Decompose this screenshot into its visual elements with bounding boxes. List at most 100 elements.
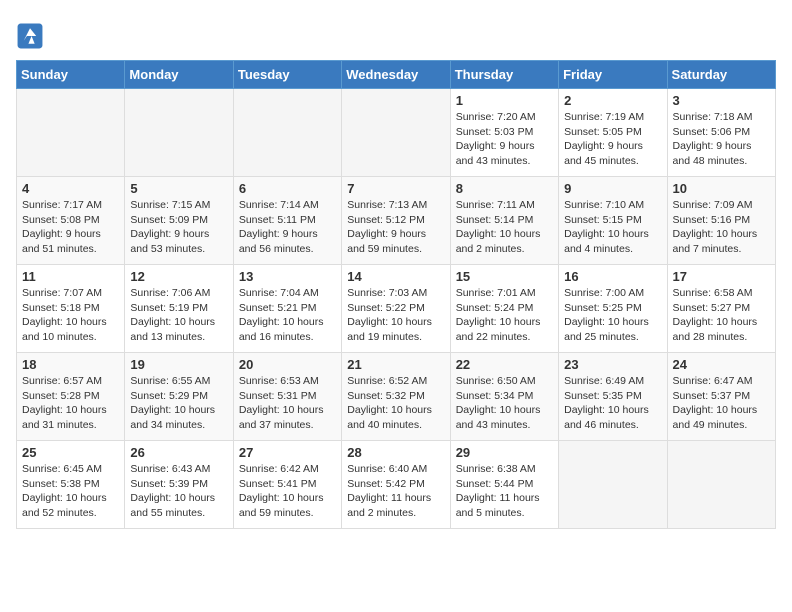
- day-number: 10: [673, 181, 770, 196]
- calendar-header-saturday: Saturday: [667, 61, 775, 89]
- logo: [16, 22, 48, 50]
- day-info: Sunrise: 6:42 AMSunset: 5:41 PMDaylight:…: [239, 462, 336, 521]
- day-info: Sunrise: 7:00 AMSunset: 5:25 PMDaylight:…: [564, 286, 661, 345]
- calendar-week-1: 1 Sunrise: 7:20 AMSunset: 5:03 PMDaylight…: [17, 89, 776, 177]
- calendar-cell: 9Sunrise: 7:10 AMSunset: 5:15 PMDaylight…: [559, 177, 667, 265]
- calendar-cell: 18 Sunrise: 6:57 AMSunset: 5:28 PMDayligh…: [17, 353, 125, 441]
- day-number: 16: [564, 269, 661, 284]
- day-number: 8: [456, 181, 553, 196]
- calendar-week-5: 25Sunrise: 6:45 AMSunset: 5:38 PMDayligh…: [17, 441, 776, 529]
- calendar-header-friday: Friday: [559, 61, 667, 89]
- day-number: 14: [347, 269, 444, 284]
- calendar-cell: [342, 89, 450, 177]
- calendar-cell: 4 Sunrise: 7:17 AMSunset: 5:08 PMDaylight…: [17, 177, 125, 265]
- day-info: Sunrise: 6:40 AMSunset: 5:42 PMDaylight:…: [347, 462, 444, 521]
- calendar-cell: 10 Sunrise: 7:09 AMSunset: 5:16 PMDayligh…: [667, 177, 775, 265]
- day-info: Sunrise: 7:18 AMSunset: 5:06 PMDaylight:…: [673, 110, 770, 169]
- day-info: Sunrise: 7:09 AMSunset: 5:16 PMDaylight:…: [673, 198, 770, 257]
- calendar-cell: [233, 89, 341, 177]
- day-info: Sunrise: 6:50 AMSunset: 5:34 PMDaylight:…: [456, 374, 553, 433]
- day-info: Sunrise: 7:17 AMSunset: 5:08 PMDaylight:…: [22, 198, 119, 257]
- calendar-cell: [559, 441, 667, 529]
- day-number: 3: [673, 93, 770, 108]
- calendar-header-wednesday: Wednesday: [342, 61, 450, 89]
- calendar-cell: 21 Sunrise: 6:52 AMSunset: 5:32 PMDayligh…: [342, 353, 450, 441]
- calendar-cell: 24Sunrise: 6:47 AMSunset: 5:37 PMDayligh…: [667, 353, 775, 441]
- day-info: Sunrise: 6:52 AMSunset: 5:32 PMDaylight:…: [347, 374, 444, 433]
- day-info: Sunrise: 7:06 AMSunset: 5:19 PMDaylight:…: [130, 286, 227, 345]
- day-info: Sunrise: 7:01 AMSunset: 5:24 PMDaylight:…: [456, 286, 553, 345]
- calendar-cell: 3 Sunrise: 7:18 AMSunset: 5:06 PMDaylight…: [667, 89, 775, 177]
- calendar-header-row: SundayMondayTuesdayWednesdayThursdayFrid…: [17, 61, 776, 89]
- calendar-week-3: 11 Sunrise: 7:07 AMSunset: 5:18 PMDayligh…: [17, 265, 776, 353]
- day-number: 13: [239, 269, 336, 284]
- calendar-cell: 5Sunrise: 7:15 AMSunset: 5:09 PMDaylight…: [125, 177, 233, 265]
- calendar-cell: 29 Sunrise: 6:38 AMSunset: 5:44 PMDayligh…: [450, 441, 558, 529]
- calendar-cell: [125, 89, 233, 177]
- calendar-week-2: 4 Sunrise: 7:17 AMSunset: 5:08 PMDaylight…: [17, 177, 776, 265]
- day-number: 17: [673, 269, 770, 284]
- calendar-body: 1 Sunrise: 7:20 AMSunset: 5:03 PMDaylight…: [17, 89, 776, 529]
- day-number: 12: [130, 269, 227, 284]
- day-info: Sunrise: 6:55 AMSunset: 5:29 PMDaylight:…: [130, 374, 227, 433]
- day-number: 6: [239, 181, 336, 196]
- day-info: Sunrise: 6:38 AMSunset: 5:44 PMDaylight:…: [456, 462, 553, 521]
- page-header: [16, 16, 776, 50]
- calendar-cell: 28 Sunrise: 6:40 AMSunset: 5:42 PMDayligh…: [342, 441, 450, 529]
- day-info: Sunrise: 6:49 AMSunset: 5:35 PMDaylight:…: [564, 374, 661, 433]
- day-number: 27: [239, 445, 336, 460]
- day-info: Sunrise: 7:20 AMSunset: 5:03 PMDaylight:…: [456, 110, 553, 169]
- calendar-cell: 7 Sunrise: 7:13 AMSunset: 5:12 PMDaylight…: [342, 177, 450, 265]
- calendar-week-4: 18 Sunrise: 6:57 AMSunset: 5:28 PMDayligh…: [17, 353, 776, 441]
- logo-icon: [16, 22, 44, 50]
- day-info: Sunrise: 6:45 AMSunset: 5:38 PMDaylight:…: [22, 462, 119, 521]
- calendar-cell: 6 Sunrise: 7:14 AMSunset: 5:11 PMDaylight…: [233, 177, 341, 265]
- calendar-cell: 27 Sunrise: 6:42 AMSunset: 5:41 PMDayligh…: [233, 441, 341, 529]
- calendar-cell: 12 Sunrise: 7:06 AMSunset: 5:19 PMDayligh…: [125, 265, 233, 353]
- calendar-cell: 19 Sunrise: 6:55 AMSunset: 5:29 PMDayligh…: [125, 353, 233, 441]
- day-info: Sunrise: 7:19 AMSunset: 5:05 PMDaylight:…: [564, 110, 661, 169]
- day-number: 21: [347, 357, 444, 372]
- day-number: 19: [130, 357, 227, 372]
- calendar-cell: 23 Sunrise: 6:49 AMSunset: 5:35 PMDayligh…: [559, 353, 667, 441]
- day-info: Sunrise: 6:57 AMSunset: 5:28 PMDaylight:…: [22, 374, 119, 433]
- day-info: Sunrise: 6:58 AMSunset: 5:27 PMDaylight:…: [673, 286, 770, 345]
- day-number: 15: [456, 269, 553, 284]
- calendar-table: SundayMondayTuesdayWednesdayThursdayFrid…: [16, 60, 776, 529]
- day-number: 9: [564, 181, 661, 196]
- calendar-cell: 1 Sunrise: 7:20 AMSunset: 5:03 PMDaylight…: [450, 89, 558, 177]
- day-number: 1: [456, 93, 553, 108]
- day-info: Sunrise: 7:07 AMSunset: 5:18 PMDaylight:…: [22, 286, 119, 345]
- day-info: Sunrise: 6:43 AMSunset: 5:39 PMDaylight:…: [130, 462, 227, 521]
- calendar-cell: 22 Sunrise: 6:50 AMSunset: 5:34 PMDayligh…: [450, 353, 558, 441]
- day-info: Sunrise: 7:04 AMSunset: 5:21 PMDaylight:…: [239, 286, 336, 345]
- day-info: Sunrise: 7:13 AMSunset: 5:12 PMDaylight:…: [347, 198, 444, 257]
- day-number: 23: [564, 357, 661, 372]
- day-info: Sunrise: 6:47 AMSunset: 5:37 PMDaylight:…: [673, 374, 770, 433]
- day-number: 18: [22, 357, 119, 372]
- day-info: Sunrise: 7:03 AMSunset: 5:22 PMDaylight:…: [347, 286, 444, 345]
- calendar-cell: 26 Sunrise: 6:43 AMSunset: 5:39 PMDayligh…: [125, 441, 233, 529]
- day-info: Sunrise: 7:15 AMSunset: 5:09 PMDaylight:…: [130, 198, 227, 257]
- day-number: 7: [347, 181, 444, 196]
- day-number: 4: [22, 181, 119, 196]
- day-number: 26: [130, 445, 227, 460]
- day-number: 28: [347, 445, 444, 460]
- calendar-cell: 14 Sunrise: 7:03 AMSunset: 5:22 PMDayligh…: [342, 265, 450, 353]
- day-info: Sunrise: 7:14 AMSunset: 5:11 PMDaylight:…: [239, 198, 336, 257]
- calendar-header-sunday: Sunday: [17, 61, 125, 89]
- day-number: 11: [22, 269, 119, 284]
- calendar-cell: 2 Sunrise: 7:19 AMSunset: 5:05 PMDaylight…: [559, 89, 667, 177]
- calendar-cell: 20Sunrise: 6:53 AMSunset: 5:31 PMDayligh…: [233, 353, 341, 441]
- day-info: Sunrise: 7:11 AMSunset: 5:14 PMDaylight:…: [456, 198, 553, 257]
- calendar-cell: [667, 441, 775, 529]
- day-number: 22: [456, 357, 553, 372]
- calendar-cell: 16 Sunrise: 7:00 AMSunset: 5:25 PMDayligh…: [559, 265, 667, 353]
- calendar-cell: 8 Sunrise: 7:11 AMSunset: 5:14 PMDaylight…: [450, 177, 558, 265]
- day-number: 2: [564, 93, 661, 108]
- calendar-cell: 25Sunrise: 6:45 AMSunset: 5:38 PMDayligh…: [17, 441, 125, 529]
- calendar-cell: 17 Sunrise: 6:58 AMSunset: 5:27 PMDayligh…: [667, 265, 775, 353]
- day-number: 29: [456, 445, 553, 460]
- calendar-header-monday: Monday: [125, 61, 233, 89]
- calendar-cell: [17, 89, 125, 177]
